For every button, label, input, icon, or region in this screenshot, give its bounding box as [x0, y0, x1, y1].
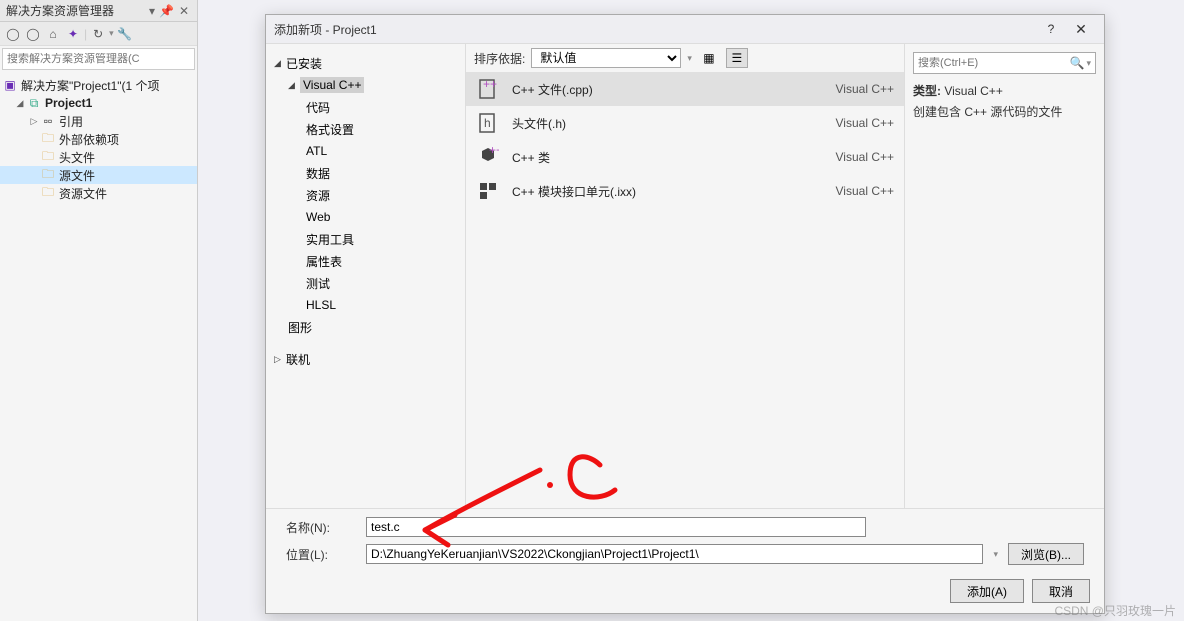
panel-toolbar: ◯ ◯ ⌂ ✦ | ↻ ▾ 🔧: [0, 22, 197, 46]
expand-arrow-icon[interactable]: ▷: [28, 116, 40, 127]
help-button[interactable]: ?: [1036, 22, 1066, 36]
solution-tree: ▣ 解决方案"Project1"(1 个项 ◢ ⧉ Project1 ▷ ▫▫ …: [0, 72, 197, 206]
panel-header: 解决方案资源管理器 ▾ 📌 ✕: [0, 0, 197, 22]
forward-icon[interactable]: ◯: [24, 25, 42, 43]
references-icon: ▫▫: [40, 114, 56, 128]
dropdown-icon[interactable]: ▾: [149, 4, 155, 18]
browse-button[interactable]: 浏览(B)...: [1008, 543, 1084, 565]
panel-search[interactable]: [2, 48, 195, 70]
grid-view-icon[interactable]: ▦: [698, 48, 720, 68]
solution-icon: ▣: [2, 78, 18, 92]
cat-util[interactable]: 实用工具: [270, 228, 461, 250]
installed-node[interactable]: ◢ 已安装: [270, 52, 461, 74]
description-pane: 🔍 ▾ 类型: Visual C++ 创建包含 C++ 源代码的文件: [904, 44, 1104, 508]
pin-icon[interactable]: 📌: [159, 4, 173, 18]
solution-explorer-panel: 解决方案资源管理器 ▾ 📌 ✕ ◯ ◯ ⌂ ✦ | ↻ ▾ 🔧 ▣ 解决方案"P…: [0, 0, 198, 621]
template-area: 排序依据: 默认值 ▾ ▦ ☰ ++ C++ 文件(.cpp) Visual C…: [466, 44, 904, 508]
home-icon[interactable]: ⌂: [44, 25, 62, 43]
project-icon: ⧉: [26, 96, 42, 110]
expand-arrow-icon[interactable]: ◢: [14, 98, 26, 109]
cpp-file-icon: ++: [476, 77, 500, 101]
template-search[interactable]: 🔍 ▾: [913, 52, 1096, 74]
folder-icon: 🗀: [40, 168, 56, 182]
refresh-icon[interactable]: ↻: [89, 25, 107, 43]
template-cpp-class[interactable]: ++ C++ 类 Visual C++: [466, 140, 904, 174]
svg-text:++: ++: [489, 146, 499, 157]
external-deps-node[interactable]: 🗀 外部依赖项: [0, 130, 197, 148]
cat-hlsl[interactable]: HLSL: [270, 294, 461, 316]
online-node[interactable]: ▷ 联机: [270, 348, 461, 370]
template-cpp-file[interactable]: ++ C++ 文件(.cpp) Visual C++: [466, 72, 904, 106]
cat-test[interactable]: 测试: [270, 272, 461, 294]
folder-icon: 🗀: [40, 150, 56, 164]
cat-format[interactable]: 格式设置: [270, 118, 461, 140]
list-view-icon[interactable]: ☰: [726, 48, 748, 68]
cat-web[interactable]: Web: [270, 206, 461, 228]
template-module[interactable]: C++ 模块接口单元(.ixx) Visual C++: [466, 174, 904, 208]
expand-arrow-icon[interactable]: ▷: [274, 354, 286, 365]
cat-resource[interactable]: 资源: [270, 184, 461, 206]
sort-select[interactable]: 默认值: [531, 48, 681, 68]
module-icon: [476, 179, 500, 203]
search-icon[interactable]: 🔍: [1070, 56, 1085, 70]
cat-data[interactable]: 数据: [270, 162, 461, 184]
headers-node[interactable]: 🗀 头文件: [0, 148, 197, 166]
collapse-arrow-icon[interactable]: ◢: [288, 80, 300, 91]
dialog-inputs: 名称(N): 位置(L): ▾ 浏览(B)...: [266, 508, 1104, 577]
resources-node[interactable]: 🗀 资源文件: [0, 184, 197, 202]
panel-title: 解决方案资源管理器: [6, 2, 149, 19]
collapse-arrow-icon[interactable]: ◢: [274, 58, 286, 69]
folder-icon: 🗀: [40, 186, 56, 200]
description-text: 创建包含 C++ 源代码的文件: [913, 103, 1096, 120]
template-list: ++ C++ 文件(.cpp) Visual C++ h 头文件(.h) Vis…: [466, 72, 904, 508]
svg-text:h: h: [484, 116, 491, 130]
references-node[interactable]: ▷ ▫▫ 引用: [0, 112, 197, 130]
location-input[interactable]: [366, 544, 983, 564]
location-label: 位置(L):: [286, 546, 356, 563]
close-button[interactable]: ✕: [1066, 21, 1096, 38]
cancel-button[interactable]: 取消: [1032, 579, 1090, 603]
add-new-item-dialog: 添加新项 - Project1 ? ✕ ◢ 已安装 ◢ Visual C++ 代…: [265, 14, 1105, 614]
search-input[interactable]: [7, 53, 190, 65]
wrench-icon[interactable]: 🔧: [116, 25, 134, 43]
template-search-input[interactable]: [918, 57, 1070, 69]
dialog-body: ◢ 已安装 ◢ Visual C++ 代码 格式设置 ATL 数据 资源 Web…: [266, 43, 1104, 508]
dialog-title: 添加新项 - Project1: [274, 21, 1036, 38]
cat-graphics[interactable]: 图形: [270, 316, 461, 338]
class-icon: ++: [476, 145, 500, 169]
category-tree: ◢ 已安装 ◢ Visual C++ 代码 格式设置 ATL 数据 资源 Web…: [266, 44, 466, 508]
dialog-titlebar[interactable]: 添加新项 - Project1 ? ✕: [266, 15, 1104, 43]
template-toolbar: 排序依据: 默认值 ▾ ▦ ☰: [466, 44, 904, 72]
cat-atl[interactable]: ATL: [270, 140, 461, 162]
dialog-buttons: 添加(A) 取消: [266, 577, 1104, 613]
visual-cpp-node[interactable]: ◢ Visual C++: [270, 74, 461, 96]
project-node[interactable]: ◢ ⧉ Project1: [0, 94, 197, 112]
watermark: CSDN @只羽玫瑰一片: [1054, 602, 1176, 619]
cat-props[interactable]: 属性表: [270, 250, 461, 272]
header-file-icon: h: [476, 111, 500, 135]
cat-code[interactable]: 代码: [270, 96, 461, 118]
sort-label: 排序依据:: [474, 50, 525, 67]
solution-root[interactable]: ▣ 解决方案"Project1"(1 个项: [0, 76, 197, 94]
name-label: 名称(N):: [286, 519, 356, 536]
back-icon[interactable]: ◯: [4, 25, 22, 43]
template-header-file[interactable]: h 头文件(.h) Visual C++: [466, 106, 904, 140]
svg-text:++: ++: [483, 78, 497, 91]
close-icon[interactable]: ✕: [177, 4, 191, 18]
folder-icon: 🗀: [40, 132, 56, 146]
sync-icon[interactable]: ✦: [64, 25, 82, 43]
type-line: 类型: Visual C++: [913, 82, 1096, 99]
sources-node[interactable]: 🗀 源文件: [0, 166, 197, 184]
add-button[interactable]: 添加(A): [950, 579, 1024, 603]
name-input[interactable]: [366, 517, 866, 537]
